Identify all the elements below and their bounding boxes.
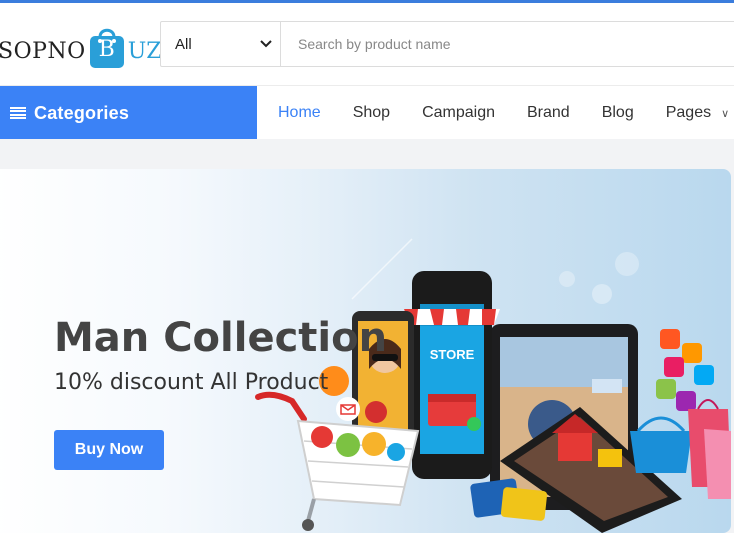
logo-text-part1: SOPNO (0, 39, 86, 64)
logo-text-part2: UZ (127, 39, 162, 64)
nav-link-campaign[interactable]: Campaign (422, 104, 495, 122)
chevron-down-icon (260, 40, 272, 48)
shopping-bag-icon: B (87, 25, 127, 69)
nav-link-home[interactable]: Home (278, 104, 321, 122)
logo-bag-letter: B (98, 37, 115, 62)
store-phone-illustration: STORE (404, 271, 500, 479)
nav-link-label: Pages (665, 104, 712, 121)
nav-link-label: Brand (527, 104, 570, 121)
nav-link-label: Blog (601, 104, 634, 121)
main-navbar: Categories Home Shop Campaign Brand Blog… (0, 85, 734, 140)
category-select[interactable]: All (161, 22, 281, 66)
hero-title: Man Collection (54, 315, 388, 361)
nav-link-label: Campaign (422, 104, 495, 121)
buy-now-button[interactable]: Buy Now (54, 430, 164, 470)
search-input[interactable] (281, 22, 734, 66)
store-sign-text: STORE (430, 347, 475, 362)
site-header: SOPNO B UZ All (0, 3, 734, 85)
nav-links: Home Shop Campaign Brand Blog Pages ∨ (278, 86, 734, 140)
categories-button[interactable]: Categories (0, 86, 257, 140)
nav-link-shop[interactable]: Shop (353, 104, 390, 122)
categories-label: Categories (34, 102, 130, 123)
category-select-value: All (175, 35, 192, 53)
nav-link-pages[interactable]: Pages ∨ (666, 104, 729, 122)
nav-link-brand[interactable]: Brand (527, 104, 570, 122)
site-logo[interactable]: SOPNO B UZ (0, 21, 162, 69)
search-bar: All (160, 21, 734, 67)
nav-link-label: Shop (352, 104, 391, 121)
hero-banner: STORE Man Collection 10% discount All Pr… (0, 169, 731, 533)
hero-subtitle: 10% discount All Product (54, 370, 329, 395)
chevron-down-icon: ∨ (721, 107, 730, 120)
hamburger-icon (10, 107, 26, 119)
nav-link-label: Home (278, 104, 321, 121)
nav-link-blog[interactable]: Blog (602, 104, 634, 122)
